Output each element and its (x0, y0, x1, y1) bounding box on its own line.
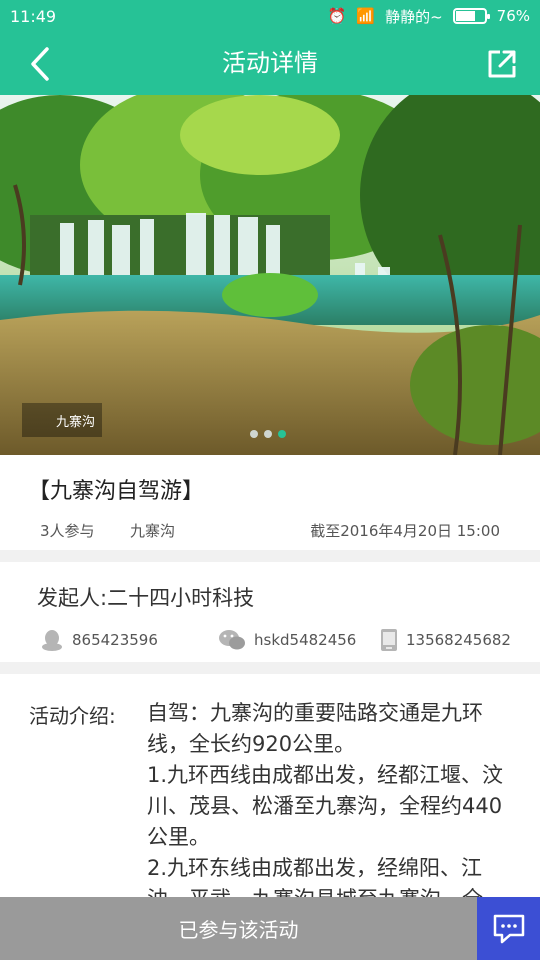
share-icon (488, 50, 516, 78)
wifi-icon: 📶 (356, 7, 376, 25)
event-summary-card: 【九寨沟自驾游】 3人参与 九寨沟 截至2016年4月20日 15:00 (0, 455, 540, 550)
chat-button[interactable] (477, 897, 540, 960)
status-time: 11:49 (10, 6, 57, 26)
battery-text: 76% (496, 7, 530, 25)
carousel-dot[interactable] (264, 430, 272, 438)
phone-number: 13568245682 (406, 631, 511, 649)
wechat-contact[interactable]: hskd5482456 (218, 628, 356, 652)
waterfall-landscape-image: 九寨沟 (0, 95, 540, 455)
organizer-name: 发起人:二十四小时科技 (37, 586, 255, 610)
battery-fill (455, 11, 476, 21)
phone-contact[interactable]: 13568245682 (380, 628, 511, 652)
event-title: 【九寨沟自驾游】 (28, 479, 205, 504)
wechat-icon (219, 630, 245, 650)
intro-card: 活动介绍: 自驾：九寨沟的重要陆路交通是九环线，全长约920公里。 1.九环西线… (0, 674, 540, 898)
organizer-card: 发起人:二十四小时科技 865423596 hskd5482456 135682… (0, 562, 540, 662)
battery-icon (452, 8, 490, 24)
qq-number: 865423596 (72, 631, 158, 649)
carousel-dot[interactable] (250, 430, 258, 438)
carousel-indicator (250, 430, 286, 438)
page-title: 活动详情 (222, 49, 318, 77)
status-bar: 11:49 ⏰ 📶 静静的~ 76% (0, 0, 540, 32)
share-button[interactable] (482, 44, 522, 84)
hero-image[interactable]: 九寨沟 (0, 95, 540, 455)
nav-bar: 活动详情 (0, 32, 540, 95)
intro-label: 活动介绍: (29, 704, 116, 728)
alarm-icon: ⏰ (327, 7, 347, 25)
qq-icon (42, 630, 62, 651)
participant-count: 3人参与 (40, 522, 95, 540)
joined-activity-button[interactable]: 已参与该活动 (0, 897, 477, 960)
event-location: 九寨沟 (130, 522, 176, 540)
phone-icon (381, 629, 397, 651)
qq-contact[interactable]: 865423596 (40, 628, 158, 652)
hero-watermark: 九寨沟 (56, 414, 95, 429)
carrier-name: 静静的~ (385, 7, 443, 26)
wechat-id: hskd5482456 (254, 631, 357, 649)
bottom-action-bar: 已参与该活动 (0, 897, 540, 960)
intro-text: 自驾：九寨沟的重要陆路交通是九环线，全长约920公里。 1.九环西线由成都出发，… (147, 701, 504, 898)
chat-icon (493, 914, 524, 943)
event-deadline: 截至2016年4月20日 15:00 (310, 522, 500, 540)
carousel-dot-active[interactable] (278, 430, 286, 438)
